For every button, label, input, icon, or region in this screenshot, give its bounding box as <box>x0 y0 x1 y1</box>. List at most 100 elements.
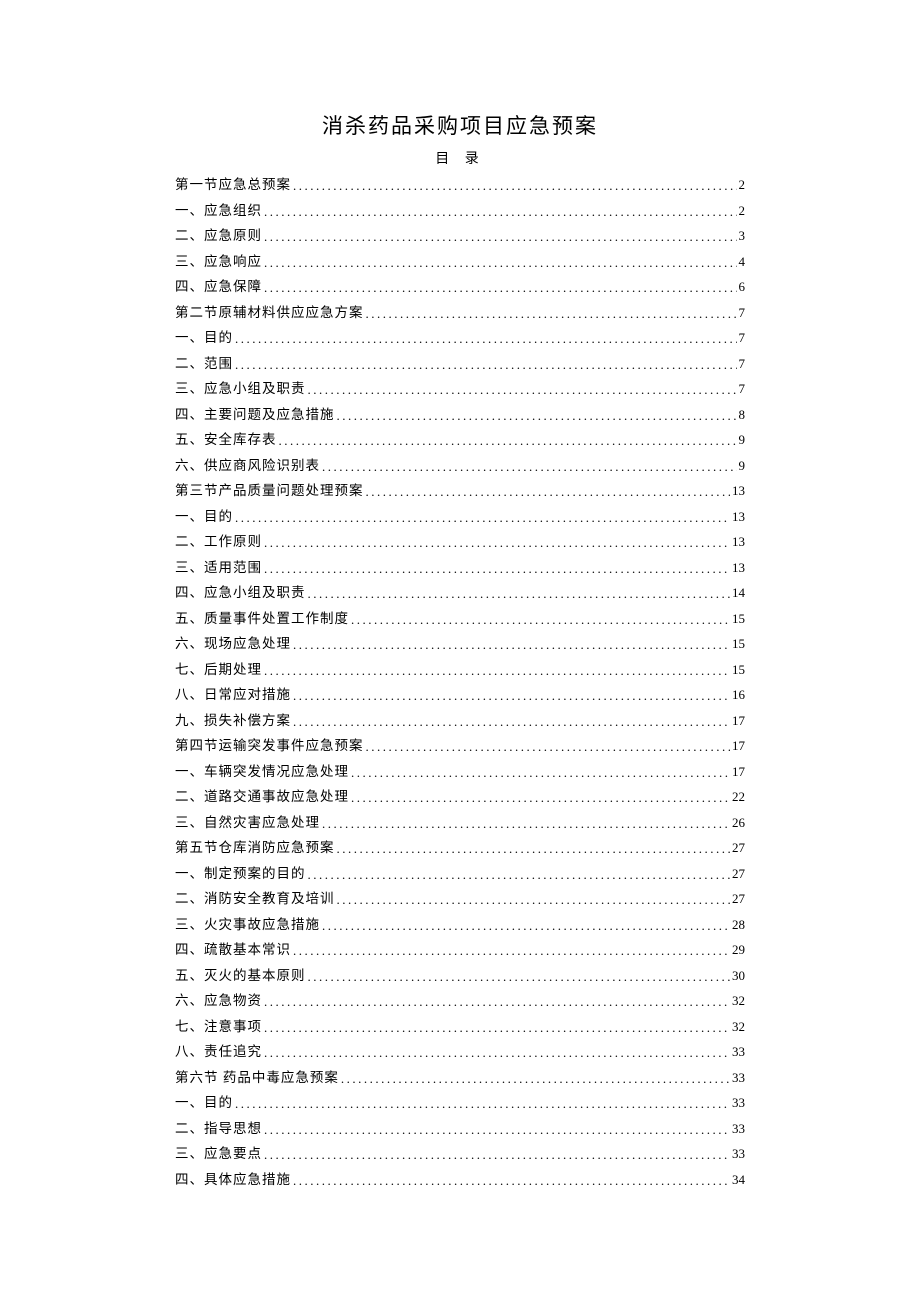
toc-item-text: 二、应急原则 <box>175 229 262 243</box>
toc-item-text: 六、现场应急处理 <box>175 637 291 651</box>
toc-item: 五、质量事件处置工作制度15 <box>175 612 745 638</box>
toc-item-page: 33 <box>732 1096 745 1109</box>
toc-item-text: 九、损失补偿方案 <box>175 714 291 728</box>
toc-item-page: 3 <box>739 229 746 242</box>
toc-item-text: 八、日常应对措施 <box>175 688 291 702</box>
toc-leader-dots <box>264 664 730 677</box>
document-title: 消杀药品采购项目应急预案 <box>175 110 745 140</box>
toc-leader-dots <box>293 179 737 192</box>
toc-heading: 目 录 <box>175 148 745 168</box>
toc-item: 第三节产品质量问题处理预案13 <box>175 484 745 510</box>
toc-item-page: 15 <box>732 612 745 625</box>
toc-item-text: 四、具体应急措施 <box>175 1173 291 1187</box>
toc-leader-dots <box>366 740 731 753</box>
toc-item: 六、应急物资 32 <box>175 994 745 1020</box>
toc-item: 二、应急原则 3 <box>175 229 745 255</box>
toc-item-page: 33 <box>732 1147 745 1160</box>
toc-item-page: 4 <box>739 255 746 268</box>
toc-item-page: 7 <box>739 306 746 319</box>
toc-item-page: 27 <box>732 892 745 905</box>
toc-item-page: 2 <box>739 204 746 217</box>
toc-leader-dots <box>308 383 737 396</box>
toc-item-text: 八、责任追究 <box>175 1045 262 1059</box>
toc-leader-dots <box>366 485 731 498</box>
toc-item-text: 七、后期处理 <box>175 663 262 677</box>
toc-item: 三、适用范围 13 <box>175 561 745 587</box>
toc-leader-dots <box>235 1097 730 1110</box>
toc-item: 一、车辆突发情况应急处理 17 <box>175 765 745 791</box>
toc-item-page: 33 <box>732 1045 745 1058</box>
toc-item-page: 17 <box>732 714 745 727</box>
toc-item: 六、供应商风险识别表9 <box>175 459 745 485</box>
toc-item-page: 2 <box>739 178 746 191</box>
toc-item-page: 27 <box>732 867 745 880</box>
toc-item: 四、应急保障 6 <box>175 280 745 306</box>
toc-item-text: 第五节仓库消防应急预案 <box>175 841 335 855</box>
toc-item-page: 33 <box>732 1071 745 1084</box>
toc-leader-dots <box>264 205 737 218</box>
toc-item-text: 第一节应急总预案 <box>175 178 291 192</box>
toc-item-text: 三、应急要点 <box>175 1147 262 1161</box>
toc-item-text: 四、应急保障 <box>175 280 262 294</box>
toc-leader-dots <box>235 358 737 371</box>
toc-leader-dots <box>351 613 730 626</box>
toc-leader-dots <box>308 587 731 600</box>
toc-item-page: 15 <box>732 637 745 650</box>
toc-item-text: 一、制定预案的目的 <box>175 867 306 881</box>
toc-item-page: 9 <box>739 459 746 472</box>
toc-item: 二、道路交通事故应急处理 22 <box>175 790 745 816</box>
toc-item-text: 一、车辆突发情况应急处理 <box>175 765 349 779</box>
toc-leader-dots <box>322 460 737 473</box>
toc-leader-dots <box>235 332 737 345</box>
toc-item-text: 六、应急物资 <box>175 994 262 1008</box>
toc-item-page: 28 <box>732 918 745 931</box>
toc-item-text: 二、范围 <box>175 357 233 371</box>
toc-item-text: 一、应急组织 <box>175 204 262 218</box>
toc-item-page: 22 <box>732 790 745 803</box>
toc-item-text: 二、工作原则 <box>175 535 262 549</box>
toc-leader-dots <box>264 536 730 549</box>
toc-item-page: 7 <box>739 357 746 370</box>
toc-item: 四、疏散基本常识29 <box>175 943 745 969</box>
toc-item: 五、灭火的基本原则30 <box>175 969 745 995</box>
toc-leader-dots <box>264 256 737 269</box>
toc-item-text: 三、适用范围 <box>175 561 262 575</box>
toc-item: 一、制定预案的目的 27 <box>175 867 745 893</box>
toc-item: 三、应急响应4 <box>175 255 745 281</box>
toc-item-text: 第四节运输突发事件应急预案 <box>175 739 364 753</box>
toc-item-page: 26 <box>732 816 745 829</box>
toc-item: 五、安全库存表9 <box>175 433 745 459</box>
toc-leader-dots <box>308 868 731 881</box>
toc-leader-dots <box>308 970 731 983</box>
toc-item: 八、责任追究 33 <box>175 1045 745 1071</box>
toc-leader-dots <box>366 307 737 320</box>
toc-item-page: 17 <box>732 739 745 752</box>
toc-item: 八、日常应对措施16 <box>175 688 745 714</box>
toc-item-text: 三、自然灾害应急处理 <box>175 816 320 830</box>
toc-item-page: 17 <box>732 765 745 778</box>
toc-item-page: 13 <box>732 561 745 574</box>
toc-item: 一、目的13 <box>175 510 745 536</box>
toc-item: 第四节运输突发事件应急预案 17 <box>175 739 745 765</box>
toc-item-page: 13 <box>732 484 745 497</box>
toc-leader-dots <box>264 562 730 575</box>
toc-leader-dots <box>264 1148 730 1161</box>
toc-item-page: 7 <box>739 331 746 344</box>
toc-leader-dots <box>264 281 737 294</box>
toc-leader-dots <box>264 1123 730 1136</box>
toc-item: 三、火灾事故应急措施28 <box>175 918 745 944</box>
toc-item-page: 32 <box>732 994 745 1007</box>
toc-item-text: 二、消防安全教育及培训 <box>175 892 335 906</box>
toc-leader-dots <box>293 1174 730 1187</box>
toc-item-text: 五、安全库存表 <box>175 433 277 447</box>
toc-item-page: 32 <box>732 1020 745 1033</box>
toc-leader-dots <box>351 766 730 779</box>
toc-item-text: 二、道路交通事故应急处理 <box>175 790 349 804</box>
toc-leader-dots <box>293 715 730 728</box>
toc-leader-dots <box>293 638 730 651</box>
toc-item-text: 四、应急小组及职责 <box>175 586 306 600</box>
toc-item-text: 二、指导思想 <box>175 1122 262 1136</box>
toc-item-page: 6 <box>739 280 746 293</box>
toc-leader-dots <box>337 409 737 422</box>
toc-item-page: 13 <box>732 535 745 548</box>
